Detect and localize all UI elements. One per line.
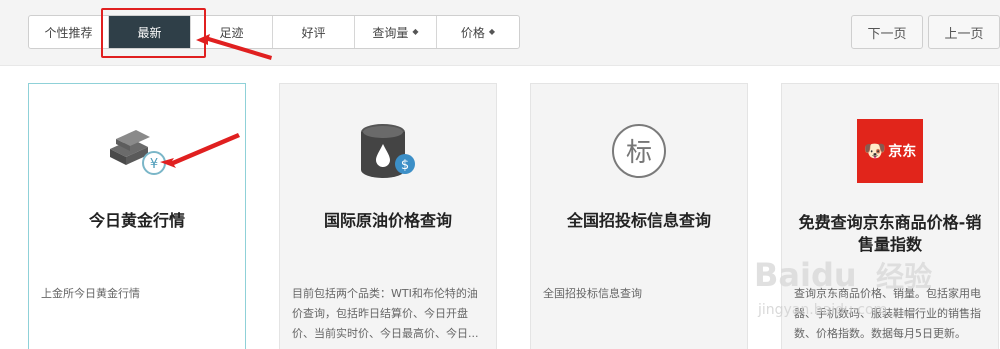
prev-page-button[interactable]: 上一页 (928, 15, 1000, 49)
tab-price[interactable]: 价格 ◆ (437, 16, 519, 48)
bid-char: 标 (626, 138, 652, 168)
prev-page-label: 上一页 (944, 26, 984, 42)
annotation-arrow-card (160, 133, 240, 168)
card-jd-price[interactable]: 🐶 京东 免费查询京东商品价格-销售量指数 查询京东商品价格、销量。包括家用电器、… (781, 83, 999, 349)
dollar-sign: $ (401, 158, 409, 173)
jd-logo: 🐶 京东 (857, 119, 923, 183)
bid-icon: 标 (531, 118, 747, 184)
tab-query-count[interactable]: 查询量 ◆ (355, 16, 437, 48)
top-toolbar: 个性推荐 最新 足迹 好评 查询量 ◆ 价格 ◆ 下一页 上一页 (0, 0, 1000, 66)
card-desc: 目前包括两个品类：WTI和布伦特的油价查询，包括昨日结算价、今日开盘价、当前实时… (292, 287, 479, 340)
card-desc: 查询京东商品价格、销量。包括家用电器、手机数码、服装鞋帽行业的销售指数、价格指数… (794, 287, 981, 340)
sort-icon: ◆ (412, 27, 419, 36)
card-gold[interactable]: ¥ 今日黄金行情 上金所今日黄金行情 (28, 83, 246, 349)
sort-icon: ◆ (488, 27, 496, 36)
tab-label: 价格 (460, 25, 485, 40)
tab-good-reviews[interactable]: 好评 (273, 16, 355, 48)
annotation-highlight-box (101, 8, 206, 58)
jd-dog-icon: 🐶 (863, 140, 887, 162)
tab-label: 查询量 (372, 25, 409, 40)
card-title: 全国招投标信息查询 (566, 211, 711, 230)
card-crude-oil[interactable]: $ 国际原油价格查询 目前包括两个品类：WTI和布伦特的油价查询，包括昨日结算价… (279, 83, 497, 349)
service-cards: ¥ 今日黄金行情 上金所今日黄金行情 $ 国际原油价格查询 目前包括两个品类：W… (0, 66, 1000, 349)
card-desc: 上金所今日黄金行情 (41, 287, 140, 300)
jd-logo-icon: 🐶 京东 (782, 118, 998, 184)
annotation-arrow-top (196, 34, 272, 60)
tab-label: 好评 (301, 25, 326, 40)
jd-logo-text: 京东 (888, 144, 917, 160)
oil-barrel-icon: $ (280, 118, 496, 184)
next-page-button[interactable]: 下一页 (851, 15, 923, 49)
tab-personal-recommend[interactable]: 个性推荐 (29, 16, 109, 48)
card-title: 免费查询京东商品价格-销售量指数 (798, 213, 982, 254)
card-title: 国际原油价格查询 (323, 211, 452, 230)
card-desc: 全国招投标信息查询 (543, 287, 642, 300)
yen-sign: ¥ (150, 157, 158, 172)
card-bidding[interactable]: 标 全国招投标信息查询 全国招投标信息查询 (530, 83, 748, 349)
card-title: 今日黄金行情 (88, 211, 185, 230)
tab-label: 个性推荐 (44, 25, 93, 40)
next-page-label: 下一页 (867, 26, 907, 42)
